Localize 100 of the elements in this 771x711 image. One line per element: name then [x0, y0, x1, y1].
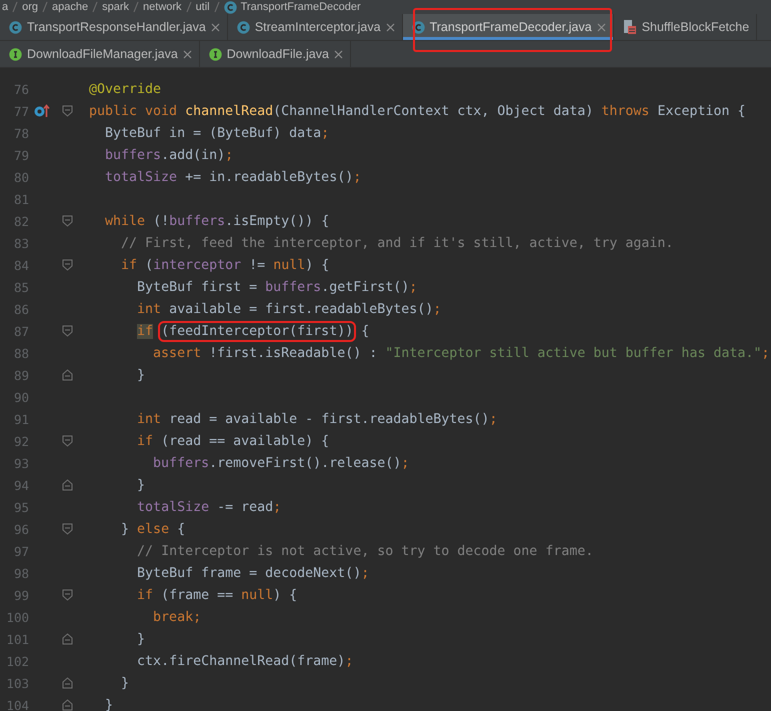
keyword: ; [273, 500, 282, 514]
editor-tab[interactable]: DownloadFileManager.java [0, 41, 200, 67]
code-text: read = available - first.readableBytes() [169, 412, 490, 426]
field-name: interceptor [153, 258, 242, 272]
keyword: assert [153, 346, 202, 360]
line-number: 97 [12, 544, 29, 558]
code-text: ByteBuf first = [137, 280, 258, 294]
keyword: ; [409, 280, 418, 294]
keyword: ; [361, 566, 370, 580]
separator-icon [12, 1, 18, 13]
code-text: .add(in) [161, 148, 226, 162]
fold-icon[interactable] [62, 259, 73, 271]
fold-icon[interactable] [62, 479, 73, 491]
keyword: ; [489, 412, 498, 426]
fold-icon[interactable] [62, 105, 73, 117]
code-text: (frame == [161, 588, 234, 602]
code-text: ByteBuf in = (ByteBuf) data [105, 126, 322, 140]
keyword: throws [601, 104, 650, 118]
fold-icon[interactable] [62, 589, 73, 601]
line-number: 93 [12, 456, 29, 470]
override-icon[interactable] [34, 104, 50, 118]
editor-tab[interactable]: TransportResponseHandler.java [0, 14, 228, 40]
code-text: !first.isReadable() : [209, 346, 378, 360]
field-name: buffers [169, 214, 226, 228]
breadcrumb-item[interactable]: a [2, 1, 8, 13]
code-text: -= read [217, 500, 274, 514]
line-number: 99 [12, 588, 29, 602]
code-text: } [137, 478, 146, 492]
line-number: 103 [5, 676, 29, 690]
fold-icon[interactable] [62, 325, 73, 337]
code-text: ) { [305, 258, 330, 272]
code-text: { [177, 522, 186, 536]
keyword: ; [345, 654, 354, 668]
fold-icon[interactable] [62, 677, 73, 689]
code-text: (read == available) { [161, 434, 330, 448]
keyword: while [105, 214, 146, 228]
editor-tab[interactable]: TransportFrameDecoder.java [402, 14, 614, 40]
code-text: { [361, 324, 370, 338]
line-number: 79 [12, 148, 29, 162]
keyword: if [137, 324, 154, 338]
field-name: buffers [265, 280, 322, 294]
code-text: != [249, 258, 266, 272]
line-number: 78 [12, 126, 29, 140]
line-number: 87 [12, 324, 29, 338]
editor-tab[interactable]: DownloadFile.java [200, 41, 351, 67]
code-text: ByteBuf frame = decodeNext() [137, 566, 362, 580]
keyword: int [137, 412, 162, 426]
code-text: } [137, 368, 146, 382]
fold-icon[interactable] [62, 699, 73, 711]
line-number: 83 [12, 236, 29, 250]
code-text: .removeFirst().release() [209, 456, 402, 470]
separator-icon [92, 1, 98, 13]
line-number: 84 [12, 258, 29, 272]
keyword: ; [762, 346, 770, 360]
editor-tab[interactable]: StreamInterceptor.java [228, 14, 403, 40]
line-number: 98 [12, 566, 29, 580]
keyword: ; [321, 126, 330, 140]
method-name: channelRead [185, 104, 274, 118]
fold-icon[interactable] [62, 633, 73, 645]
fold-icon[interactable] [62, 435, 73, 447]
close-icon[interactable] [182, 50, 192, 58]
keyword: ; [433, 302, 442, 316]
keyword: if [137, 588, 154, 602]
line-number: 89 [12, 368, 29, 382]
fold-icon[interactable] [62, 215, 73, 227]
line-number: 81 [12, 192, 29, 206]
code-text: available = first.readableBytes() [169, 302, 434, 316]
close-icon[interactable] [210, 22, 220, 32]
field-name: buffers [153, 456, 210, 470]
line-number: 88 [12, 346, 29, 360]
line-number: 92 [12, 434, 29, 448]
breadcrumb-item[interactable]: network [143, 1, 182, 13]
line-number: 95 [12, 500, 29, 514]
line-number: 82 [12, 214, 29, 228]
breadcrumb-item[interactable]: apache [52, 1, 88, 13]
code-text: (ChannelHandlerContext ctx, Object data) [273, 104, 594, 118]
keyword: break; [153, 610, 202, 624]
keyword: null [273, 258, 306, 272]
field-name: buffers [105, 148, 162, 162]
fold-icon[interactable] [62, 369, 73, 381]
close-icon[interactable] [596, 22, 606, 32]
editor-tab[interactable]: ShuffleBlockFetche [614, 14, 758, 40]
breadcrumb-item[interactable]: org [22, 1, 38, 13]
code-text: .getFirst() [321, 280, 410, 294]
code-text: } [137, 632, 146, 646]
fold-icon[interactable] [62, 523, 73, 535]
annotation: @Override [89, 82, 162, 96]
close-icon[interactable] [334, 50, 343, 58]
code-text: ctx.fireChannelRead(frame) [137, 654, 346, 668]
breadcrumb-item[interactable]: TransportFrameDecoder [240, 1, 361, 13]
separator-icon [214, 1, 220, 13]
field-name: totalSize [105, 170, 178, 184]
code-text: } [121, 522, 130, 536]
breadcrumb-item[interactable]: spark [102, 1, 130, 13]
keyword: if [137, 434, 154, 448]
separator-icon [42, 1, 48, 13]
close-icon[interactable] [386, 22, 395, 32]
code-text: (! [153, 214, 170, 228]
keyword: ; [353, 170, 362, 184]
breadcrumb-item[interactable]: util [196, 1, 210, 13]
